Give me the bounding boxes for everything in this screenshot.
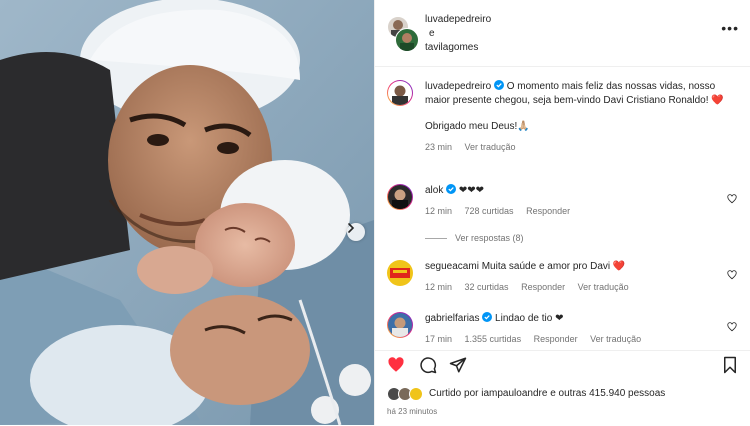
- comment-likes[interactable]: 32 curtidas: [465, 282, 509, 292]
- heart-icon[interactable]: [727, 194, 737, 204]
- reply-button[interactable]: Responder: [534, 334, 578, 344]
- comment-time: 17 min: [425, 334, 453, 344]
- more-options-button[interactable]: •••: [721, 20, 739, 36]
- likes-count[interactable]: outras 415.940 pessoas: [559, 388, 666, 399]
- photo-illustration: [0, 0, 374, 425]
- post-header: luvadepedreiro e tavilagomes •••: [375, 0, 750, 67]
- avatar[interactable]: [387, 260, 413, 286]
- avatar[interactable]: [387, 80, 413, 106]
- liker-username[interactable]: iampauloandre: [481, 388, 547, 399]
- caption-time: 23 min: [425, 142, 453, 152]
- avatar: [395, 28, 419, 52]
- share-icon[interactable]: [449, 356, 467, 374]
- author-avatars[interactable]: [387, 16, 419, 52]
- avatar[interactable]: [387, 312, 413, 338]
- comment-icon[interactable]: [419, 356, 437, 374]
- comment-username[interactable]: segueacami: [425, 261, 479, 272]
- verified-badge-icon: [482, 312, 493, 322]
- next-photo-button[interactable]: [347, 223, 365, 241]
- comment-username[interactable]: gabrielfarias: [425, 313, 479, 324]
- avatar[interactable]: [387, 184, 413, 210]
- replies-divider: [425, 238, 447, 240]
- post-time: há 23 minutos: [387, 407, 438, 416]
- translate-button[interactable]: Ver tradução: [578, 282, 629, 292]
- liker-avatars: [387, 387, 427, 401]
- chevron-right-icon: [348, 223, 355, 233]
- verified-badge-icon: [446, 184, 457, 194]
- post-panel: luvadepedreiro e tavilagomes ••• luvadep…: [374, 0, 750, 425]
- heart-icon[interactable]: [387, 356, 405, 374]
- post-actions: Curtido por iampauloandre e outras 415.9…: [375, 350, 750, 426]
- comments-list: luvadepedreiro O momento mais feliz das …: [375, 67, 750, 349]
- bookmark-icon[interactable]: [721, 356, 739, 374]
- authors-joiner: e: [429, 28, 435, 39]
- likes-prefix: Curtido por: [429, 388, 479, 399]
- view-replies-button[interactable]: Ver respostas (8): [425, 233, 524, 243]
- comment-text: Lindao de tio ❤: [495, 313, 564, 324]
- comment-text: Muita saúde e amor pro Davi ❤️: [481, 261, 626, 272]
- comment-time: 12 min: [425, 206, 453, 216]
- comment-username[interactable]: alok: [425, 185, 443, 196]
- heart-icon[interactable]: [727, 270, 737, 280]
- comment-likes[interactable]: 1.355 curtidas: [465, 334, 522, 344]
- reply-button[interactable]: Responder: [521, 282, 565, 292]
- comment-likes[interactable]: 728 curtidas: [465, 206, 514, 216]
- likes-joiner: e: [550, 388, 556, 399]
- post-photo[interactable]: [0, 0, 374, 425]
- translate-button[interactable]: Ver tradução: [590, 334, 641, 344]
- author-username[interactable]: tavilagomes: [425, 41, 491, 55]
- caption-username[interactable]: luvadepedreiro: [425, 81, 491, 92]
- heart-icon[interactable]: [727, 322, 737, 332]
- author-username[interactable]: luvadepedreiro: [425, 13, 491, 27]
- comment-text: ❤❤❤: [458, 185, 485, 196]
- replies-label: Ver respostas (8): [455, 233, 524, 243]
- verified-badge-icon: [493, 80, 504, 90]
- post-authors: luvadepedreiro e tavilagomes: [425, 13, 491, 55]
- caption-extra: Obrigado meu Deus!🙏🏼: [425, 121, 530, 132]
- comment-time: 12 min: [425, 282, 453, 292]
- avatar: [387, 387, 423, 401]
- reply-button[interactable]: Responder: [526, 206, 570, 216]
- translate-button[interactable]: Ver tradução: [465, 142, 516, 152]
